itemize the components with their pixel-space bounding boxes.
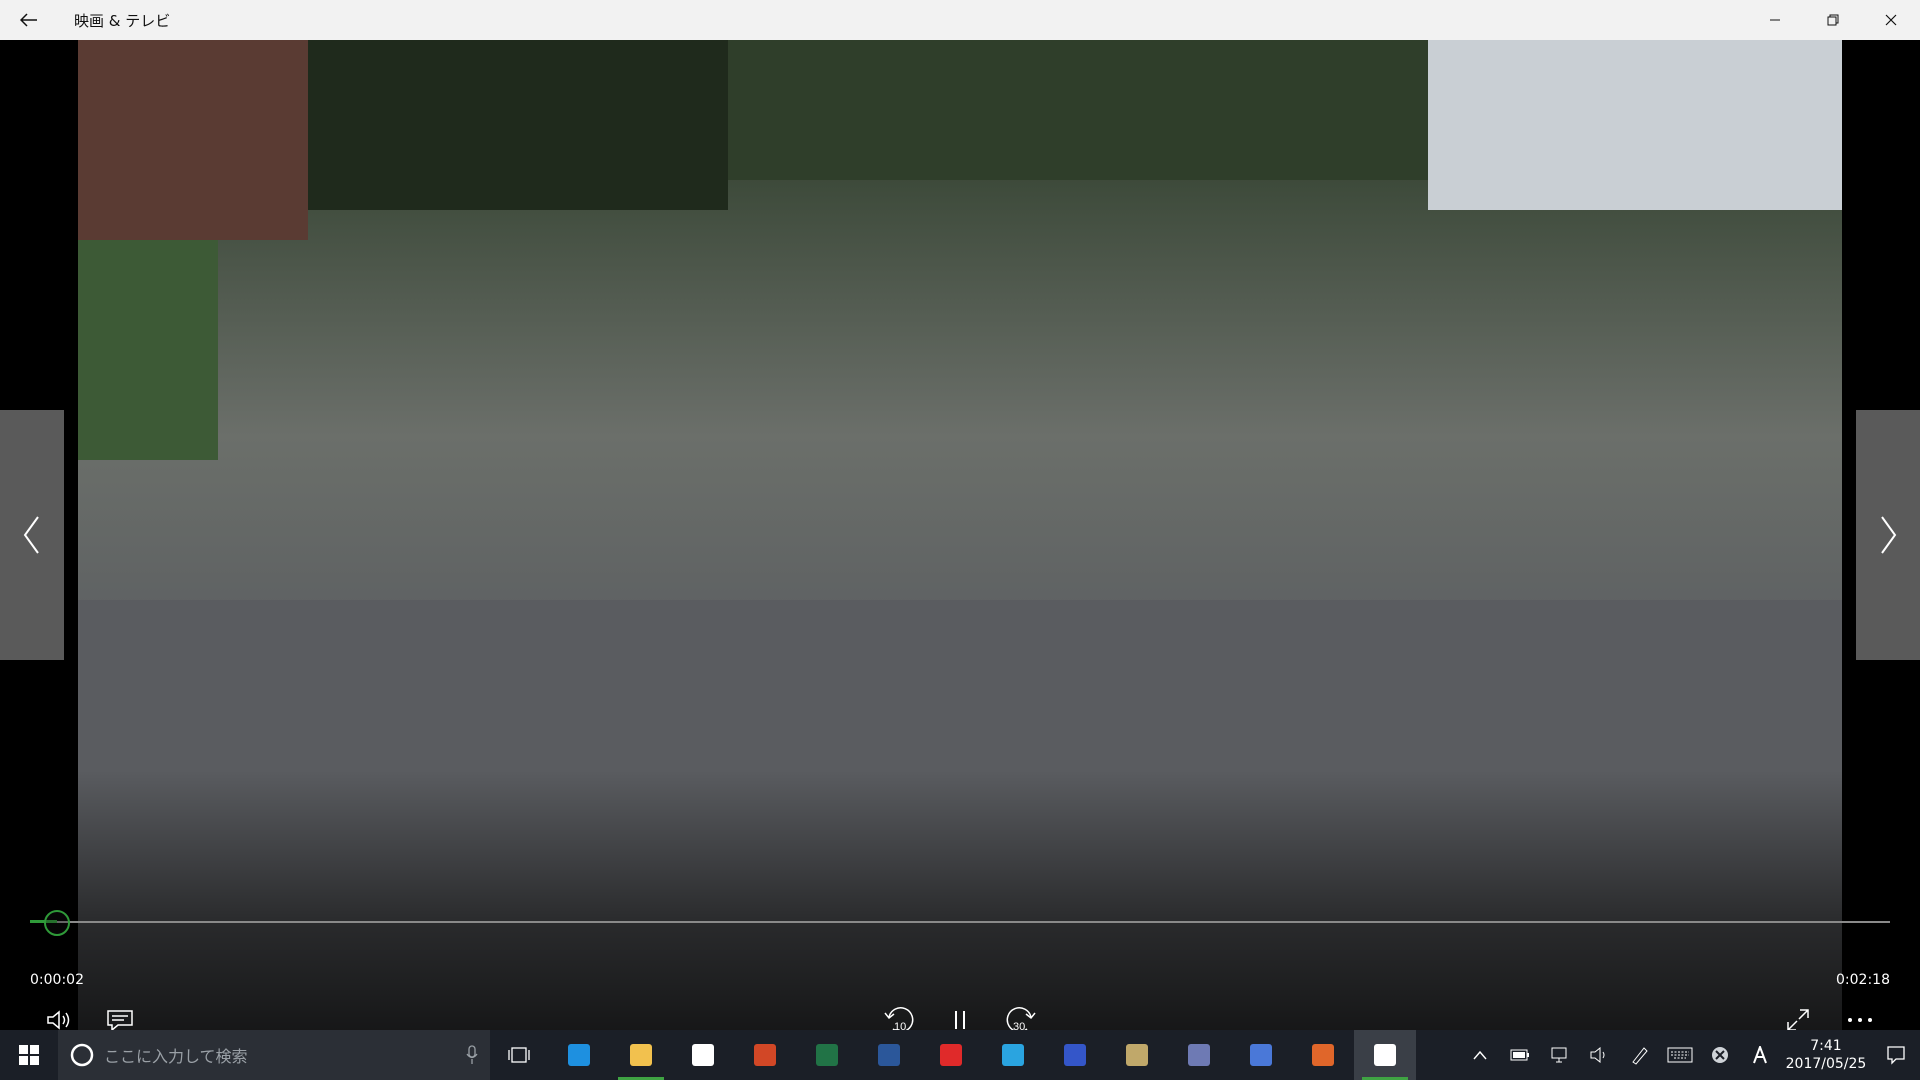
edge-icon (568, 1044, 590, 1066)
play-app-icon (1002, 1044, 1024, 1066)
more-icon (1848, 1018, 1872, 1022)
window-controls (1746, 0, 1920, 40)
b98-app-taskbar-button[interactable] (1044, 1030, 1106, 1080)
keyboard-icon (1667, 1047, 1693, 1063)
captions-icon (107, 1010, 133, 1032)
movies-tv-icon (1374, 1044, 1396, 1066)
globe-app-icon (1250, 1044, 1272, 1066)
restore-button[interactable] (1804, 0, 1862, 40)
network-icon (1551, 1047, 1567, 1063)
controls-gradient (78, 770, 1842, 1030)
battery-icon (1510, 1049, 1529, 1061)
task-view-icon (508, 1047, 530, 1063)
pen-icon (1632, 1047, 1648, 1065)
input-mode-icon (1753, 1046, 1767, 1064)
close-button[interactable] (1862, 0, 1920, 40)
title-bar: 映画 & テレビ (0, 0, 1920, 40)
seek-track (30, 921, 1890, 923)
excel-taskbar-button[interactable] (796, 1030, 858, 1080)
search-placeholder: ここに入力して検索 (104, 1047, 248, 1066)
touch-keyboard-button[interactable] (1660, 1030, 1700, 1080)
windows-logo-icon (19, 1045, 39, 1065)
red-app-icon (940, 1044, 962, 1066)
chevron-right-icon (1881, 516, 1897, 554)
seek-bar[interactable] (30, 910, 1890, 936)
speaker-icon (1590, 1047, 1605, 1063)
close-icon (1885, 14, 1897, 26)
powerpoint-taskbar-button[interactable] (734, 1030, 796, 1080)
microphone-button[interactable] (454, 1030, 490, 1080)
play-app-taskbar-button[interactable] (982, 1030, 1044, 1080)
task-view-button[interactable] (490, 1030, 548, 1080)
edge-taskbar-button[interactable] (548, 1030, 610, 1080)
dark-app-icon (1188, 1044, 1210, 1066)
clock-date: 2017/05/25 (1785, 1056, 1867, 1072)
word-icon (878, 1044, 900, 1066)
show-hidden-icons-button[interactable] (1460, 1030, 1500, 1080)
b98-app-icon (1064, 1044, 1086, 1066)
previous-video-button[interactable] (0, 410, 64, 660)
notification-icon (1887, 1046, 1905, 1065)
file-explorer-icon (630, 1044, 652, 1066)
ime-disabled-icon (1712, 1047, 1728, 1063)
movies-tv-taskbar-button[interactable] (1354, 1030, 1416, 1080)
battery-button[interactable] (1500, 1030, 1540, 1080)
red-app-taskbar-button[interactable] (920, 1030, 982, 1080)
fullscreen-icon (1787, 1009, 1809, 1031)
search-box[interactable]: ここに入力して検索 (58, 1030, 490, 1080)
back-button[interactable] (0, 0, 58, 40)
chevron-left-icon (23, 516, 39, 554)
volume-tray-button[interactable] (1580, 1030, 1620, 1080)
pause-icon (955, 1011, 965, 1029)
system-tray: 7:41 2017/05/25 (1460, 1030, 1920, 1080)
excel-icon (816, 1044, 838, 1066)
current-time: 0:00:02 (30, 972, 84, 988)
start-button[interactable] (0, 1030, 58, 1080)
minimize-icon (1770, 19, 1780, 21)
seek-thumb[interactable] (44, 910, 70, 936)
paint-app-taskbar-button[interactable] (1106, 1030, 1168, 1080)
taskbar: ここに入力して検索 7:41 2017/05/25 (0, 1030, 1920, 1080)
window-title: 映画 & テレビ (74, 11, 171, 30)
total-time: 0:02:18 (1836, 972, 1890, 988)
clock[interactable]: 7:41 2017/05/25 (1780, 1037, 1872, 1073)
video-stage: 0:00:02 0:02:18 10 30 (0, 40, 1920, 1033)
chevron-up-icon (1473, 1050, 1487, 1060)
volume-icon (47, 1010, 70, 1030)
word-taskbar-button[interactable] (858, 1030, 920, 1080)
file-explorer-taskbar-button[interactable] (610, 1030, 672, 1080)
clock-time: 7:41 (1810, 1038, 1842, 1054)
globe-app-taskbar-button[interactable] (1230, 1030, 1292, 1080)
restore-icon (1827, 14, 1839, 26)
video-frame[interactable] (78, 40, 1842, 1030)
cortana-icon (70, 1043, 94, 1067)
dark-app-taskbar-button[interactable] (1168, 1030, 1230, 1080)
next-video-button[interactable] (1856, 410, 1920, 660)
ime-off-button[interactable] (1700, 1030, 1740, 1080)
pen-button[interactable] (1620, 1030, 1660, 1080)
stamp-app-icon (1312, 1044, 1334, 1066)
powerpoint-icon (754, 1044, 776, 1066)
stamp-app-taskbar-button[interactable] (1292, 1030, 1354, 1080)
store-icon (692, 1044, 714, 1066)
microphone-icon (466, 1045, 478, 1064)
paint-app-icon (1126, 1044, 1148, 1066)
minimize-button[interactable] (1746, 0, 1804, 40)
store-taskbar-button[interactable] (672, 1030, 734, 1080)
pinned-apps (548, 1030, 1416, 1080)
back-arrow-icon (20, 13, 37, 27)
action-center-button[interactable] (1872, 1030, 1920, 1080)
input-mode-button[interactable] (1740, 1030, 1780, 1080)
network-button[interactable] (1540, 1030, 1580, 1080)
